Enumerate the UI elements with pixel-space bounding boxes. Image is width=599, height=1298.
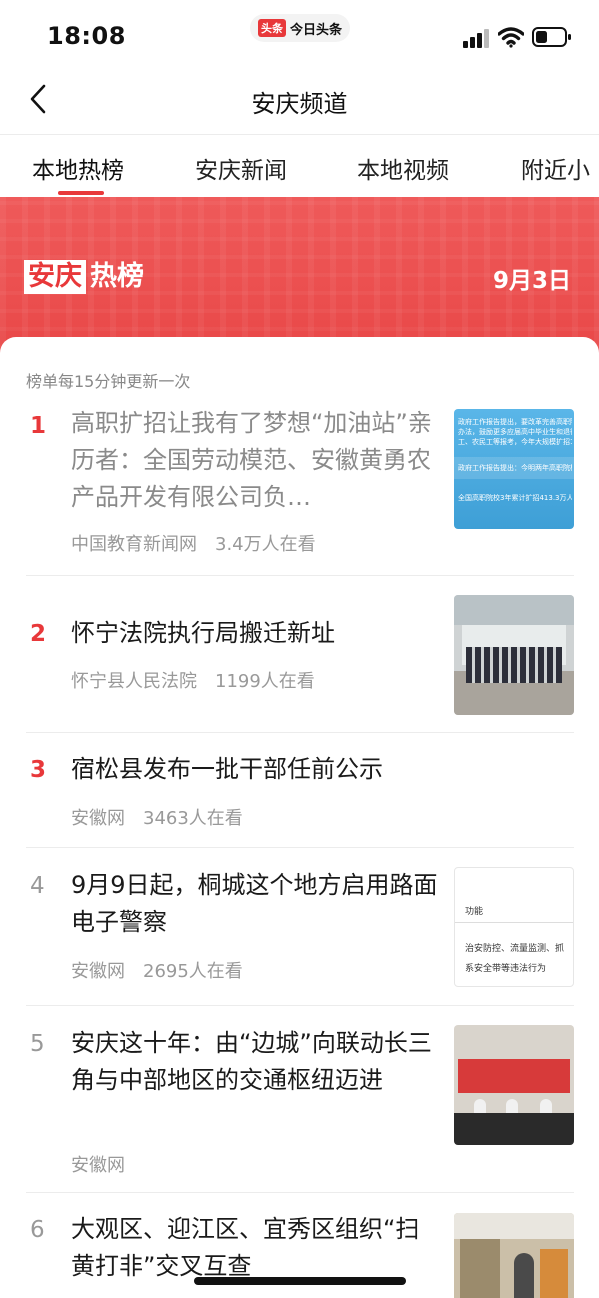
item-meta: 怀宁县人民法院 1199人在看	[71, 667, 315, 693]
list-item[interactable]: 3 宿松县发布一批干部任前公示 安徽网 3463人在看	[0, 749, 599, 849]
page-title: 安庆频道	[251, 90, 348, 118]
banner-hot-label: 热榜	[90, 261, 144, 292]
item-views: 2695人在看	[143, 961, 243, 982]
item-thumbnail[interactable]	[454, 1025, 574, 1145]
item-meta: 安徽网	[71, 1151, 125, 1177]
item-title[interactable]: 宿松县发布一批干部任前公示	[71, 751, 441, 788]
item-meta: 安徽网 3463人在看	[71, 804, 243, 830]
thumbnail-caption-3: 全国高职院校3年累计扩招413.3万人	[458, 494, 572, 502]
thumbnail-caption: 功能	[465, 907, 484, 917]
item-source: 怀宁县人民法院	[71, 671, 197, 692]
divider	[26, 575, 574, 576]
tab-anqing-news[interactable]: 安庆新闻	[195, 151, 287, 185]
battery-icon	[532, 27, 571, 47]
list-item[interactable]: 4 9月9日起，桐城这个地方启用路面电子警察 安徽网 2695人在看 功能 治安防…	[0, 865, 599, 1005]
active-tab-indicator	[58, 191, 104, 195]
list-item[interactable]: 2 怀宁法院执行局搬迁新址 怀宁县人民法院 1199人在看	[0, 595, 599, 715]
status-bar: 18:08 头条 今日头条	[0, 0, 599, 72]
hot-list: 榜单每15分钟更新一次 1 高职扩招让我有了梦想“加油站”亲历者：全国劳动模范、…	[0, 337, 599, 1298]
item-source: 安徽网	[71, 961, 125, 982]
status-time: 18:08	[47, 22, 126, 50]
home-indicator[interactable]	[194, 1277, 406, 1285]
item-thumbnail[interactable]: 功能 治安防控、流量监测、抓 系安全带等违法行为	[454, 867, 574, 987]
divider	[26, 1192, 574, 1193]
item-thumbnail[interactable]: 政府工作报告提出，要改革完善高职院校 办法，鼓励更多应届高中毕业生和退役军人 工…	[454, 409, 574, 529]
divider	[26, 732, 574, 733]
thumbnail-caption-3: 系安全带等违法行为	[465, 964, 547, 974]
banner-date: 9月3日	[492, 268, 571, 294]
rank-number: 5	[30, 1031, 45, 1057]
item-title[interactable]: 安庆这十年：由“边城”向联动长三角与中部地区的交通枢纽迈进	[71, 1025, 441, 1099]
rank-number: 4	[30, 873, 45, 899]
nav-header: 安庆频道	[0, 72, 599, 135]
list-item[interactable]: 5 安庆这十年：由“边城”向联动长三角与中部地区的交通枢纽迈进 安徽网	[0, 1023, 599, 1183]
item-views: 3463人在看	[143, 808, 243, 829]
item-source: 安徽网	[71, 1155, 125, 1176]
app-indicator[interactable]: 头条 今日头条	[250, 14, 350, 42]
rank-number: 3	[30, 757, 47, 783]
divider	[26, 847, 574, 848]
app-logo: 头条	[257, 19, 286, 37]
wifi-icon	[498, 27, 524, 48]
tab-local-hot[interactable]: 本地热榜	[32, 151, 124, 185]
item-title[interactable]: 大观区、迎江区、宜秀区组织“扫黄打非”交叉互查	[71, 1211, 441, 1285]
item-title[interactable]: 9月9日起，桐城这个地方启用路面电子警察	[71, 867, 441, 941]
tab-local-video[interactable]: 本地视频	[357, 151, 449, 185]
item-title[interactable]: 高职扩招让我有了梦想“加油站”亲历者：全国劳动模范、安徽黄勇农产品开发有限公司负…	[71, 405, 441, 516]
rank-number: 2	[30, 621, 47, 647]
thumbnail-caption: 政府工作报告提出，要改革完善高职院校 办法，鼓励更多应届高中毕业生和退役军人 工…	[458, 418, 572, 446]
item-views: 3.4万人在看	[215, 534, 316, 555]
item-source: 安徽网	[71, 808, 125, 829]
cellular-signal-icon	[463, 29, 489, 48]
item-thumbnail[interactable]	[454, 595, 574, 715]
thumbnail-caption-2: 治安防控、流量监测、抓	[465, 944, 565, 954]
item-source: 中国教育新闻网	[71, 534, 197, 555]
item-meta: 安徽网 2695人在看	[71, 957, 243, 983]
list-item[interactable]: 1 高职扩招让我有了梦想“加油站”亲历者：全国劳动模范、安徽黄勇农产品开发有限公…	[0, 405, 599, 575]
thumbnail-caption-2: 政府工作报告提出：今明两年高职院校扩招200	[458, 464, 572, 472]
rank-number: 6	[30, 1217, 45, 1243]
update-note: 榜单每15分钟更新一次	[26, 372, 191, 391]
item-meta: 中国教育新闻网 3.4万人在看	[71, 530, 316, 556]
item-title[interactable]: 怀宁法院执行局搬迁新址	[71, 615, 441, 652]
item-views: 1199人在看	[215, 671, 315, 692]
tab-nearby[interactable]: 附近小	[521, 151, 590, 185]
banner-city: 安庆	[24, 260, 86, 294]
app-name: 今日头条	[289, 22, 342, 38]
tab-bar: 本地热榜 安庆新闻 本地视频 附近小	[0, 135, 599, 197]
item-thumbnail[interactable]	[454, 1213, 574, 1298]
banner-logo: 安庆 热榜	[24, 260, 144, 294]
divider	[26, 1005, 574, 1006]
rank-number: 1	[30, 413, 47, 439]
